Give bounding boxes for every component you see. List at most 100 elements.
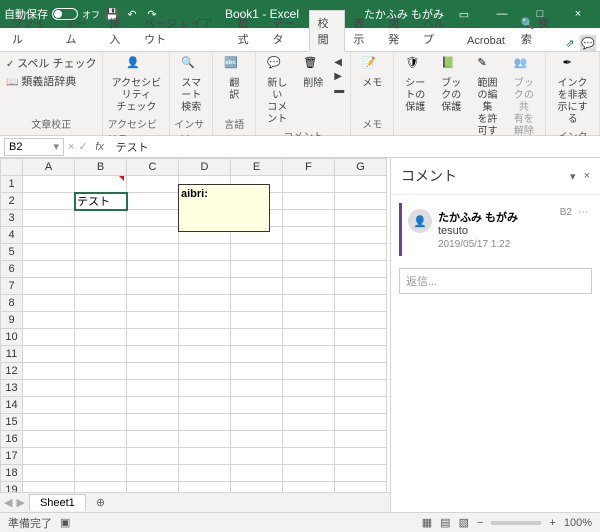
newcomment-button[interactable]: 💬新しい コメント [260, 54, 294, 128]
next-comment-icon[interactable]: ▶ [332, 70, 346, 83]
cell-D7[interactable] [179, 278, 231, 295]
cell-B11[interactable] [75, 346, 127, 363]
panel-options-icon[interactable]: ▾ [570, 170, 576, 183]
row-header-10[interactable]: 10 [1, 329, 23, 346]
cell-B15[interactable] [75, 414, 127, 431]
tab-help[interactable]: ヘルプ [415, 11, 459, 51]
autosave-toggle[interactable] [52, 8, 78, 20]
cell-A5[interactable] [23, 244, 75, 261]
cell-F7[interactable] [283, 278, 335, 295]
worksheet-grid[interactable]: ABCDEFG12テスト345678910111213141516171819 … [0, 158, 390, 492]
row-header-8[interactable]: 8 [1, 295, 23, 312]
cell-A8[interactable] [23, 295, 75, 312]
row-header-6[interactable]: 6 [1, 261, 23, 278]
cell-A15[interactable] [23, 414, 75, 431]
cell-F1[interactable] [283, 176, 335, 193]
cell-B14[interactable] [75, 397, 127, 414]
comment-item[interactable]: B2 ⋯ 👤 たかふみ もがみ tesuto 2019/05/17 1:22 [399, 203, 592, 256]
fx-icon[interactable]: fx [92, 139, 108, 155]
enter-icon[interactable]: ✓ [78, 140, 87, 153]
protectbook-button[interactable]: 📗ブックの 保護 [434, 54, 468, 116]
cell-B9[interactable] [75, 312, 127, 329]
cell-C12[interactable] [127, 363, 179, 380]
translate-button[interactable]: 🔤翻 訳 [217, 54, 251, 104]
col-header-D[interactable]: D [179, 159, 231, 176]
prev-comment-icon[interactable]: ◀ [332, 56, 346, 69]
cell-G15[interactable] [335, 414, 387, 431]
cell-G10[interactable] [335, 329, 387, 346]
zoom-slider[interactable] [491, 521, 541, 525]
show-comments-icon[interactable]: ▬ [332, 84, 346, 97]
cell-B13[interactable] [75, 380, 127, 397]
new-sheet-icon[interactable]: ⊕ [90, 496, 111, 509]
cell-C6[interactable] [127, 261, 179, 278]
notes-button[interactable]: 📝メモ [355, 54, 389, 92]
cell-A3[interactable] [23, 210, 75, 227]
cell-B12[interactable] [75, 363, 127, 380]
cell-A2[interactable] [23, 193, 75, 210]
cell-A11[interactable] [23, 346, 75, 363]
cell-D10[interactable] [179, 329, 231, 346]
cell-G5[interactable] [335, 244, 387, 261]
cell-C9[interactable] [127, 312, 179, 329]
cell-F17[interactable] [283, 448, 335, 465]
cell-B18[interactable] [75, 465, 127, 482]
cell-C19[interactable] [127, 482, 179, 493]
cell-G4[interactable] [335, 227, 387, 244]
view-normal-icon[interactable]: ▦ [422, 516, 432, 529]
cell-F4[interactable] [283, 227, 335, 244]
cell-G18[interactable] [335, 465, 387, 482]
cell-F14[interactable] [283, 397, 335, 414]
cell-G19[interactable] [335, 482, 387, 493]
cell-E10[interactable] [231, 329, 283, 346]
cell-A16[interactable] [23, 431, 75, 448]
delete-button[interactable]: 🗑削除 [296, 54, 330, 92]
panel-close-icon[interactable]: × [584, 170, 590, 183]
cell-G11[interactable] [335, 346, 387, 363]
hideink-button[interactable]: ✒インクを非表 示にする [550, 54, 595, 128]
cell-A1[interactable] [23, 176, 75, 193]
tab-developer[interactable]: 開発 [380, 11, 415, 51]
cell-B4[interactable] [75, 227, 127, 244]
row-header-1[interactable]: 1 [1, 176, 23, 193]
cell-A7[interactable] [23, 278, 75, 295]
cell-E14[interactable] [231, 397, 283, 414]
cell-A12[interactable] [23, 363, 75, 380]
protectsheet-button[interactable]: 🛡シートの 保護 [398, 54, 432, 116]
cell-F13[interactable] [283, 380, 335, 397]
cell-G7[interactable] [335, 278, 387, 295]
view-pagelayout-icon[interactable]: ▤ [440, 516, 450, 529]
zoom-in-icon[interactable]: + [549, 517, 555, 529]
cell-B16[interactable] [75, 431, 127, 448]
spellcheck-button[interactable]: ✓ スペル チェック [4, 54, 98, 72]
cancel-icon[interactable]: × [68, 141, 74, 153]
row-header-13[interactable]: 13 [1, 380, 23, 397]
cell-B10[interactable] [75, 329, 127, 346]
cell-D17[interactable] [179, 448, 231, 465]
cell-D9[interactable] [179, 312, 231, 329]
sheet-nav-next-icon[interactable]: ▶ [16, 496, 24, 509]
cell-F2[interactable] [283, 193, 335, 210]
cell-E17[interactable] [231, 448, 283, 465]
cell-B7[interactable] [75, 278, 127, 295]
cell-A10[interactable] [23, 329, 75, 346]
cell-A6[interactable] [23, 261, 75, 278]
cell-E11[interactable] [231, 346, 283, 363]
cell-C16[interactable] [127, 431, 179, 448]
col-header-A[interactable]: A [23, 159, 75, 176]
cell-F8[interactable] [283, 295, 335, 312]
cell-C3[interactable] [127, 210, 179, 227]
note-indicator[interactable] [119, 176, 124, 181]
row-header-12[interactable]: 12 [1, 363, 23, 380]
cell-E16[interactable] [231, 431, 283, 448]
row-header-14[interactable]: 14 [1, 397, 23, 414]
cell-D6[interactable] [179, 261, 231, 278]
cell-E18[interactable] [231, 465, 283, 482]
select-all[interactable] [1, 159, 23, 176]
cell-G6[interactable] [335, 261, 387, 278]
cell-A14[interactable] [23, 397, 75, 414]
cell-G8[interactable] [335, 295, 387, 312]
cell-B5[interactable] [75, 244, 127, 261]
cell-E9[interactable] [231, 312, 283, 329]
tab-acrobat[interactable]: Acrobat [459, 31, 513, 51]
